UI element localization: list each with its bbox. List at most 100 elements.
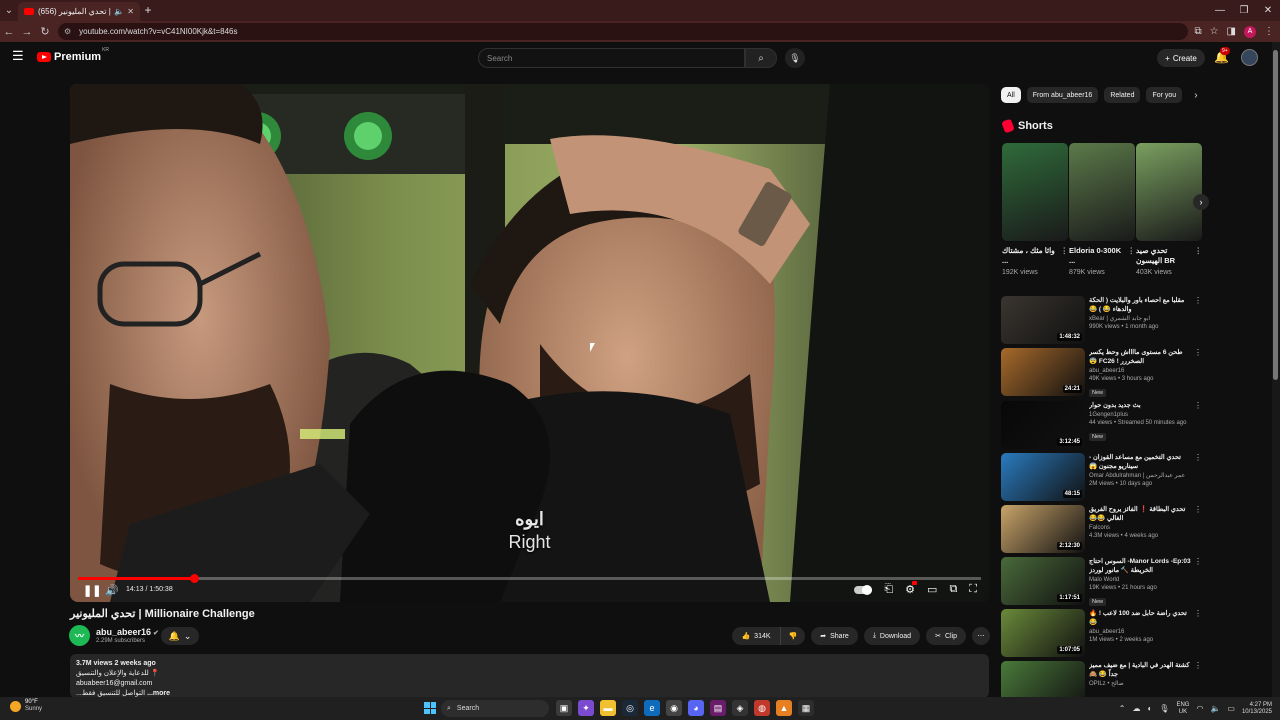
- recommended-video[interactable]: 2:12:30 تحدي البطاقة ❗ الفائز يروح الفريق…: [1001, 505, 1206, 553]
- chevron-right-icon[interactable]: ›: [1194, 87, 1197, 103]
- more-icon[interactable]: ⋮: [1194, 348, 1202, 357]
- back-button[interactable]: ←: [0, 21, 18, 42]
- app-icon[interactable]: ◍: [754, 700, 770, 716]
- more-icon[interactable]: ⋮: [1194, 296, 1202, 305]
- like-button[interactable]: 👍 314K: [732, 627, 781, 645]
- video-thumbnail[interactable]: 2:12:30: [1001, 505, 1085, 553]
- subtitles-icon[interactable]: ⎗: [884, 583, 893, 596]
- battery-icon[interactable]: ▭: [1227, 704, 1235, 713]
- recommended-video[interactable]: 1:48:32 مقلبا مع احصاء باور والبلايت ( ال…: [1001, 296, 1206, 344]
- bookmark-star-icon[interactable]: ☆: [1210, 26, 1219, 37]
- recommended-video[interactable]: 3:12:45 بث جديد بدون حوار 1Gengen1plus 44 v…: [1001, 401, 1206, 449]
- video-thumbnail[interactable]: 48:15: [1001, 453, 1085, 501]
- create-button[interactable]: + Create: [1157, 49, 1205, 67]
- more-icon[interactable]: ⋮: [1194, 557, 1202, 566]
- account-avatar[interactable]: [1241, 49, 1258, 66]
- download-button[interactable]: ⤓ Download: [863, 627, 921, 645]
- channel-name-link[interactable]: abu_abeer16 ✔: [96, 627, 159, 637]
- channel-avatar[interactable]: 〰: [69, 625, 90, 646]
- theater-mode-icon[interactable]: ▭: [927, 583, 937, 596]
- app-tray-icon[interactable]: ◐: [1147, 704, 1152, 713]
- pause-icon[interactable]: ❚❚: [83, 584, 101, 597]
- description-box[interactable]: 3.7M views 2 weeks ago للدعاية والإعلان …: [70, 654, 989, 698]
- video-thumbnail[interactable]: 3:12:45: [1001, 401, 1085, 449]
- chip-from-channel[interactable]: From abu_abeer16: [1026, 87, 1099, 103]
- video-thumbnail[interactable]: 1:48:32: [1001, 296, 1085, 344]
- cast-page-icon[interactable]: ⧉: [1194, 26, 1201, 37]
- short-item[interactable]: تحدي صيد الهيسون BR ⋮ 403K views: [1136, 143, 1202, 276]
- windows-start-icon[interactable]: [424, 702, 436, 714]
- new-tab-button[interactable]: +: [141, 3, 155, 17]
- task-view-icon[interactable]: ▣: [556, 700, 572, 716]
- chip-all[interactable]: All: [1001, 87, 1021, 103]
- clock[interactable]: 4:27 PM 10/13/2025: [1242, 702, 1272, 716]
- browser-menu-icon[interactable]: ⋮: [1264, 26, 1274, 37]
- autoplay-toggle[interactable]: [854, 584, 873, 595]
- speaker-icon[interactable]: 🔈: [114, 7, 124, 16]
- youtube-logo[interactable]: Premium KR: [37, 47, 109, 63]
- chip-for-you[interactable]: For you: [1146, 87, 1183, 103]
- chip-related[interactable]: Related: [1104, 87, 1141, 103]
- settings-icon[interactable]: ⚙: [905, 581, 917, 596]
- minimize-button[interactable]: —: [1208, 0, 1232, 21]
- short-item[interactable]: Eldoria 0-300K ... ⋮ 879K views: [1069, 143, 1135, 276]
- share-button[interactable]: ➦ Share: [811, 627, 858, 645]
- copilot-icon[interactable]: ✦: [578, 700, 594, 716]
- network-icon[interactable]: ☁: [1132, 704, 1140, 713]
- tab-list-button[interactable]: ⌄: [0, 0, 18, 21]
- close-tab-icon[interactable]: ✕: [127, 7, 134, 16]
- taskbar-search[interactable]: ⌕ Search: [441, 700, 549, 717]
- discord-icon[interactable]: ◕: [688, 700, 704, 716]
- recommended-video[interactable]: 24:21 طحن 6 مستوى مااااش وحظ يكسر الصخررر…: [1001, 348, 1206, 397]
- short-thumbnail[interactable]: [1002, 143, 1068, 241]
- site-info-icon[interactable]: ⚙: [64, 27, 71, 36]
- more-icon[interactable]: ⋮: [1194, 505, 1202, 514]
- video-player[interactable]: ايوه Right ❚❚ 🔊 14:13 / 1:50:38 ⎗ ⚙ ▭ ⧉ …: [70, 84, 989, 602]
- app-icon[interactable]: ▲: [776, 700, 792, 716]
- recommended-video[interactable]: 1:07:05 تحدي راضة حابل ضد 100 لاعب ! 🔥 😂 a…: [1001, 609, 1206, 657]
- search-input[interactable]: [487, 53, 727, 63]
- guide-menu-icon[interactable]: ☰: [12, 49, 24, 62]
- fullscreen-icon[interactable]: ⛶: [969, 583, 977, 596]
- close-window-button[interactable]: ✕: [1256, 0, 1280, 21]
- file-explorer-icon[interactable]: ▬: [600, 700, 616, 716]
- recommended-video[interactable]: 48:15 تحدي التخمين مع مساعد القوزان - سين…: [1001, 453, 1206, 501]
- shorts-next-button[interactable]: ›: [1193, 194, 1209, 210]
- video-thumbnail[interactable]: 24:21: [1001, 348, 1085, 396]
- more-icon[interactable]: ⋮: [1194, 401, 1202, 410]
- notifications-button[interactable]: 🔔 9+: [1214, 47, 1230, 64]
- profile-avatar[interactable]: A: [1244, 25, 1256, 38]
- volume-icon[interactable]: 🔊: [105, 584, 119, 597]
- maximize-button[interactable]: ❐: [1232, 0, 1256, 21]
- recommended-video[interactable]: 1:17:51 Manor Lords -Ep:03- السوس احتاج ا…: [1001, 557, 1206, 606]
- weather-widget[interactable]: 90°F Sunny: [10, 699, 42, 713]
- speaker-icon[interactable]: 🔈: [1210, 704, 1220, 713]
- more-icon[interactable]: ⋮: [1194, 609, 1202, 618]
- dislike-button[interactable]: 👎: [780, 627, 806, 645]
- short-thumbnail[interactable]: [1136, 143, 1202, 241]
- app-icon[interactable]: ▤: [710, 700, 726, 716]
- more-icon[interactable]: ⋮: [1061, 246, 1069, 256]
- voice-search-button[interactable]: 🎙: [785, 48, 805, 68]
- browser-tab[interactable]: (656) تحدي المليونير | Millionaire Chall…: [18, 2, 140, 21]
- page-scrollbar[interactable]: [1272, 42, 1280, 697]
- clip-button[interactable]: ✂ Clip: [926, 627, 966, 645]
- wifi-icon[interactable]: ◠: [1196, 704, 1203, 713]
- short-thumbnail[interactable]: [1069, 143, 1135, 241]
- video-thumbnail[interactable]: 1:17:51: [1001, 557, 1085, 605]
- search-button[interactable]: ⌕: [745, 48, 777, 68]
- recommended-video[interactable]: كشتة الهدر في البادية | مع ضيف مميز جداً…: [1001, 661, 1206, 709]
- short-item[interactable]: واثا مثك ، مشتاك ... ⋮ 192K views: [1002, 143, 1068, 276]
- app-icon[interactable]: ◈: [732, 700, 748, 716]
- video-thumbnail[interactable]: 1:07:05: [1001, 609, 1085, 657]
- progress-bar[interactable]: [78, 574, 981, 583]
- forward-button[interactable]: →: [18, 21, 36, 42]
- subscribed-button[interactable]: 🔔 ⌄: [161, 627, 199, 645]
- extensions-icon[interactable]: ◨: [1227, 26, 1236, 37]
- more-actions-button[interactable]: ⋯: [972, 627, 990, 645]
- scrollbar-thumb[interactable]: [1273, 50, 1278, 380]
- chrome-icon[interactable]: ◉: [666, 700, 682, 716]
- more-icon[interactable]: ⋮: [1194, 453, 1202, 462]
- more-icon[interactable]: ⋮: [1194, 661, 1202, 670]
- edge-icon[interactable]: e: [644, 700, 660, 716]
